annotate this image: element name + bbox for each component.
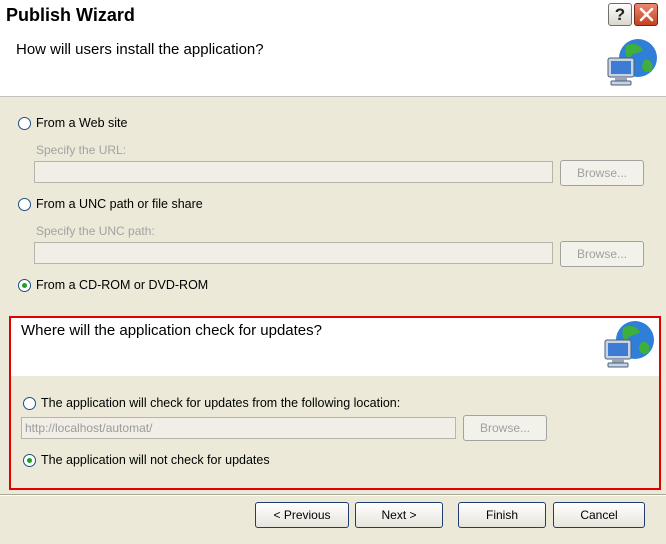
cancel-button[interactable]: Cancel: [553, 502, 645, 528]
unc-path-input[interactable]: [34, 242, 553, 264]
help-icon: ?: [614, 5, 626, 24]
install-header-title: How will users install the application?: [16, 41, 264, 58]
finish-button[interactable]: Finish: [458, 502, 546, 528]
unc-browse-button[interactable]: Browse...: [560, 241, 644, 267]
radio-unc-path[interactable]: [18, 198, 31, 211]
publish-wizard-window: Publish Wizard ? How will users install …: [0, 0, 666, 544]
url-browse-button[interactable]: Browse...: [560, 160, 644, 186]
radio-cd-rom[interactable]: [18, 279, 31, 292]
title-bar[interactable]: Publish Wizard ?: [0, 0, 666, 30]
unc-sublabel: Specify the UNC path:: [36, 224, 155, 238]
radio-web-site[interactable]: [18, 117, 31, 130]
globe-computer-icon: [607, 39, 657, 86]
url-input[interactable]: [34, 161, 553, 183]
next-button[interactable]: Next >: [355, 502, 443, 528]
install-header: How will users install the application?: [0, 30, 666, 97]
updates-highlight-frame: [9, 316, 661, 490]
window-title: Publish Wizard: [6, 5, 135, 25]
cd-rom-label[interactable]: From a CD-ROM or DVD-ROM: [36, 278, 208, 292]
url-sublabel: Specify the URL:: [36, 143, 127, 157]
unc-path-label[interactable]: From a UNC path or file share: [36, 197, 203, 211]
previous-button[interactable]: < Previous: [255, 502, 349, 528]
close-button[interactable]: [634, 3, 658, 26]
close-x-icon: [639, 7, 654, 22]
footer-divider: [0, 494, 666, 496]
help-button[interactable]: ?: [608, 3, 632, 26]
web-site-label[interactable]: From a Web site: [36, 116, 127, 130]
